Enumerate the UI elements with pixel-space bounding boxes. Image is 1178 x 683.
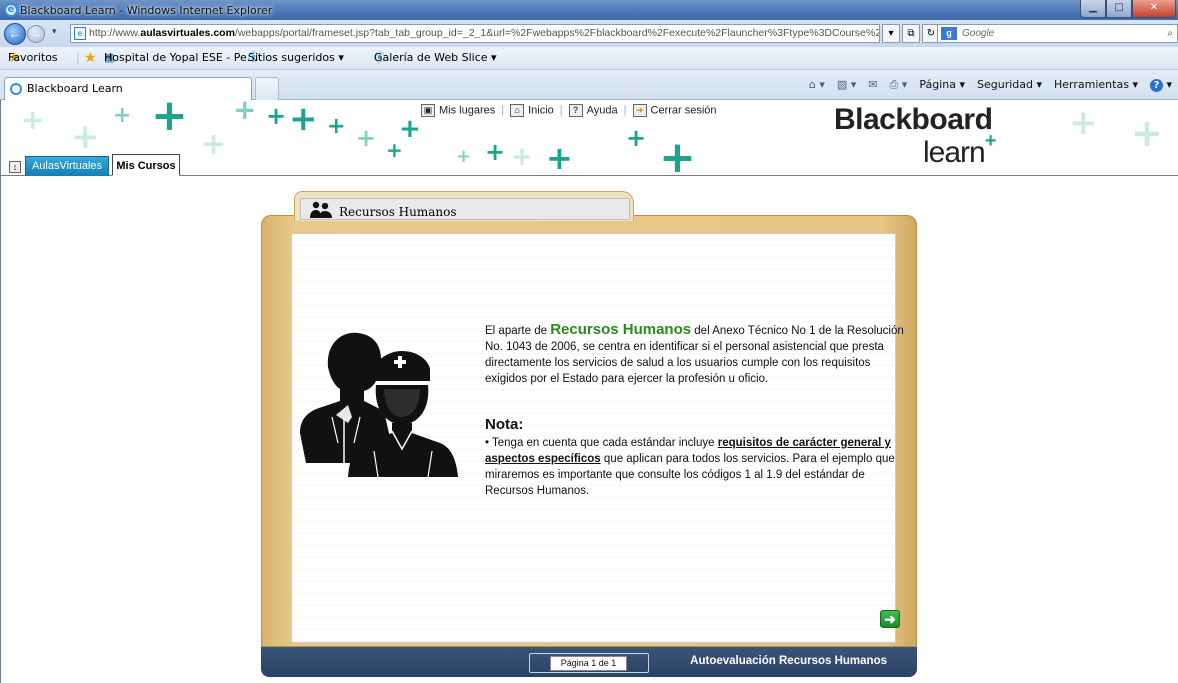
minimize-button[interactable]: ▁ — [1080, 0, 1106, 18]
decor-plus-icon: + — [113, 103, 132, 128]
address-row: ← → ▾ e http://www.aulasvirtuales.com/we… — [0, 20, 1178, 47]
nota-title: Nota: — [485, 416, 524, 433]
address-dropdown-icon[interactable]: ▾ — [882, 24, 900, 43]
tab-aulas-virtuales[interactable]: AulasVirtuales — [25, 156, 109, 176]
inicio-label: Inicio — [528, 104, 554, 117]
divider: | — [501, 104, 505, 116]
fav-link-sitios-label: Sitios sugeridos ▾ — [248, 51, 344, 64]
print-icon[interactable]: ⎙ ▾ — [890, 78, 908, 92]
search-input[interactable]: g Google ⌕ — [937, 24, 1178, 43]
decor-plus-icon: + — [233, 100, 257, 126]
browser-tab[interactable]: Blackboard Learn — [4, 77, 252, 100]
home-icon: ⌂ — [510, 104, 525, 117]
herramientas-menu[interactable]: Herramientas ▾ — [1054, 78, 1138, 92]
back-button[interactable]: ← — [4, 23, 26, 45]
course-tabs: ↕ AulasVirtuales Mis Cursos — [1, 154, 1178, 176]
maximize-button[interactable]: □ — [1106, 0, 1132, 18]
url-prefix: http://www. — [89, 27, 141, 39]
expand-icon[interactable]: ↕ — [9, 161, 21, 173]
cerrar-sesion-link[interactable]: ➔ Cerrar sesión — [632, 104, 717, 117]
window-controls: ▁ □ ✕ — [1080, 0, 1176, 18]
logo-plus-icon: + — [984, 130, 997, 152]
address-field[interactable]: e http://www.aulasvirtuales.com/webapps/… — [70, 24, 880, 43]
folder-tab-label-box: Recursos Humanos — [300, 198, 630, 220]
mail-icon[interactable]: ✉ — [868, 78, 877, 92]
ie-icon: e — [4, 3, 18, 17]
decor-plus-icon: + — [151, 100, 188, 141]
top-links: ▣ Mis lugares | ⌂ Inicio | ? Ayuda | ➔ Cerra… — [421, 104, 717, 117]
fav-link-hospital-label: Hospital de Yopal ESE - Pe... — [104, 51, 258, 64]
url-domain: aulasvirtuales.com — [140, 27, 235, 39]
decor-plus-icon: + — [289, 100, 318, 139]
logout-icon: ➔ — [632, 104, 647, 117]
footer-title: Autoevaluación Recursos Humanos — [690, 655, 887, 667]
feeds-icon[interactable]: ▧ ▾ — [837, 78, 856, 92]
nota-text: • Tenga en cuenta que cada estándar incl… — [485, 435, 903, 499]
decor-plus-icon: + — [1131, 111, 1163, 155]
help-icon: ? — [568, 104, 583, 117]
folder-body: El aparte de Recursos Humanos del Anexo … — [261, 215, 917, 647]
blackboard-logo: Blackboard — [834, 103, 993, 136]
search-placeholder: Google — [962, 28, 995, 39]
folder-tab-title: Recursos Humanos — [339, 205, 457, 219]
intro-highlight: Recursos Humanos — [550, 321, 692, 338]
history-dropdown-icon[interactable]: ▾ — [52, 26, 57, 37]
intro-text: El aparte de Recursos Humanos del Anexo … — [485, 322, 905, 387]
favorites-bar: ★ Favoritos | ★ ▦ Hospital de Yopal ESE … — [0, 47, 1178, 70]
compatibility-icon[interactable]: ⧉ — [902, 24, 920, 43]
url-rest: /webapps/portal/frameset.jsp?tab_tab_gro… — [234, 27, 880, 39]
intro-part-a: El aparte de — [485, 325, 551, 337]
bb-header: + + + + + + + + + + + + + + + + + + + + … — [1, 100, 1178, 176]
ayuda-link[interactable]: ? Ayuda — [568, 104, 618, 117]
favorites-label: Favoritos — [8, 51, 58, 64]
mis-lugares-label: Mis lugares — [439, 104, 496, 117]
decor-plus-icon: + — [266, 102, 287, 130]
pager: Página 1 de 1 — [529, 653, 649, 673]
staff-silhouette-icon — [300, 332, 458, 477]
decor-plus-icon: + — [1069, 103, 1098, 143]
window-title: Blackboard Learn - Windows Internet Expl… — [20, 4, 273, 17]
new-tab-button[interactable] — [255, 77, 279, 100]
decor-plus-icon: + — [71, 117, 100, 157]
close-window-button[interactable]: ✕ — [1132, 0, 1176, 18]
places-icon: ▣ — [421, 104, 435, 117]
module-footer: Página 1 de 1 Autoevaluación Recursos Hu… — [261, 647, 917, 677]
page-icon: e — [74, 27, 86, 40]
command-bar: ⌂ ▾ ▧ ▾ ✉ ⎙ ▾ Página ▾ Seguridad ▾ Herra… — [809, 78, 1172, 92]
help-icon[interactable]: ? ▾ — [1149, 78, 1172, 92]
divider: | — [76, 51, 80, 64]
browser-tab-row: Blackboard Learn ⌂ ▾ ▧ ▾ ✉ ⎙ ▾ Página ▾ … — [0, 70, 1178, 100]
decor-plus-icon: + — [626, 124, 647, 152]
ie-tab-icon — [10, 83, 22, 95]
decor-plus-icon: + — [21, 103, 45, 136]
pagina-menu[interactable]: Página ▾ — [919, 78, 965, 92]
divider: | — [559, 104, 563, 116]
divider: | — [623, 104, 627, 116]
tab-mis-cursos[interactable]: Mis Cursos — [112, 154, 180, 176]
forward-button[interactable]: → — [27, 25, 45, 43]
window-title-bar: e Blackboard Learn - Windows Internet Ex… — [0, 0, 1178, 20]
next-arrow-button[interactable]: ➜ — [880, 610, 900, 628]
inicio-link[interactable]: ⌂ Inicio — [510, 104, 554, 117]
fav-link-galeria-label: Galería de Web Slice ▾ — [374, 51, 497, 64]
cerrar-sesion-label: Cerrar sesión — [650, 104, 717, 117]
module-folder: El aparte de Recursos Humanos del Anexo … — [261, 188, 917, 683]
nota-part-a: • Tenga en cuenta que cada estándar incl… — [485, 437, 718, 449]
decor-plus-icon: + — [327, 114, 346, 139]
seguridad-menu[interactable]: Seguridad ▾ — [977, 78, 1042, 92]
page-indicator: Página 1 de 1 — [550, 656, 627, 671]
decor-plus-icon: + — [356, 124, 377, 152]
people-icon — [310, 201, 332, 218]
folder-tab: Recursos Humanos — [294, 191, 634, 221]
google-icon: g — [941, 27, 957, 40]
search-icon[interactable]: ⌕ — [1167, 25, 1173, 42]
content-paper: El aparte de Recursos Humanos del Anexo … — [291, 233, 904, 643]
ayuda-label: Ayuda — [586, 104, 618, 117]
mis-lugares-link[interactable]: ▣ Mis lugares — [421, 104, 495, 117]
browser-tab-label: Blackboard Learn — [27, 82, 123, 95]
page-content: + + + + + + + + + + + + + + + + + + + + … — [0, 100, 1178, 683]
home-icon[interactable]: ⌂ ▾ — [809, 78, 825, 92]
